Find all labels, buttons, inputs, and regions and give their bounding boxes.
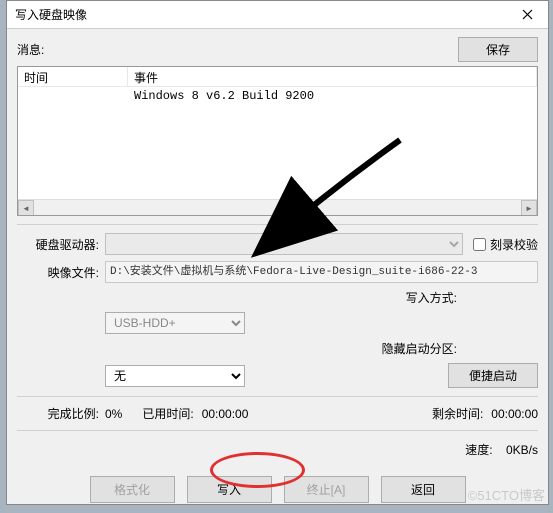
scroll-right-button[interactable]: ►	[521, 200, 537, 216]
titlebar: 写入硬盘映像	[7, 1, 548, 29]
remain-label: 剩余时间:	[432, 405, 483, 422]
save-button[interactable]: 保存	[458, 37, 538, 62]
dialog-window: 写入硬盘映像 消息: 保存 时间 事件 Windows 8 v6.2 Build…	[6, 0, 549, 505]
separator	[17, 396, 538, 397]
list-body: Windows 8 v6.2 Build 9200	[18, 87, 537, 105]
write-mode-label: 写入方式:	[105, 289, 463, 306]
format-button[interactable]: 格式化	[90, 476, 175, 503]
window-title: 写入硬盘映像	[15, 6, 87, 23]
action-button-row: 格式化 写入 终止[A] 返回	[17, 476, 538, 503]
scroll-left-button[interactable]: ◄	[18, 200, 34, 216]
progress-row: 完成比例: 0% 已用时间: 00:00:00 剩余时间: 00:00:00	[17, 405, 538, 422]
separator	[17, 430, 538, 431]
verify-label: 刻录校验	[490, 236, 538, 253]
col-event-header[interactable]: 事件	[128, 67, 537, 86]
abort-button[interactable]: 终止[A]	[284, 476, 369, 503]
image-path-field[interactable]: D:\安装文件\虚拟机与系统\Fedora-Live-Design_suite-…	[105, 261, 538, 283]
hide-boot-label: 隐藏启动分区:	[105, 340, 463, 357]
write-button[interactable]: 写入	[187, 476, 272, 503]
drive-label: 硬盘驱动器:	[17, 236, 105, 253]
list-item: Windows 8 v6.2 Build 9200	[134, 89, 531, 103]
speed-value: 0KB/s	[506, 443, 538, 457]
used-label: 已用时间:	[142, 405, 193, 422]
info-label: 消息:	[17, 41, 44, 58]
content-area: 消息: 保存 时间 事件 Windows 8 v6.2 Build 9200 ◄…	[7, 29, 548, 513]
image-label: 映像文件:	[17, 264, 105, 281]
close-button[interactable]	[506, 1, 548, 29]
verify-checkbox-wrap[interactable]: 刻录校验	[473, 236, 538, 253]
separator	[17, 224, 538, 225]
drive-select[interactable]	[105, 233, 463, 255]
return-button[interactable]: 返回	[381, 476, 466, 503]
quick-boot-button[interactable]: 便捷启动	[448, 363, 538, 388]
close-icon	[522, 9, 533, 20]
list-header: 时间 事件	[18, 67, 537, 87]
scroll-track[interactable]	[34, 200, 521, 215]
horizontal-scrollbar[interactable]: ◄ ►	[18, 199, 537, 215]
hide-boot-select[interactable]: 无	[105, 365, 245, 387]
speed-label: 速度:	[465, 443, 492, 457]
speed-row: 速度: 0KB/s	[17, 441, 538, 458]
remain-value: 00:00:00	[491, 407, 538, 421]
write-mode-select[interactable]: USB-HDD+	[105, 312, 245, 334]
verify-checkbox[interactable]	[473, 238, 486, 251]
used-value: 00:00:00	[202, 407, 249, 421]
ratio-value: 0%	[105, 407, 122, 421]
message-listbox[interactable]: 时间 事件 Windows 8 v6.2 Build 9200 ◄ ►	[17, 66, 538, 216]
form-area: 硬盘驱动器: 刻录校验 映像文件: D:\安装文件\虚拟机与系统\Fedora-…	[17, 233, 538, 388]
ratio-label: 完成比例:	[17, 405, 105, 422]
col-time-header[interactable]: 时间	[18, 67, 128, 86]
